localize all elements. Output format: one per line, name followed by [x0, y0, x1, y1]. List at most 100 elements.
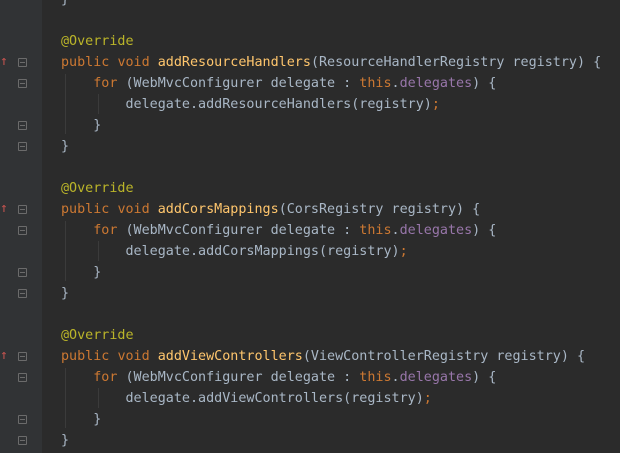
fold-marker-icon[interactable]: [18, 289, 27, 298]
override-marker-icon[interactable]: ↑: [0, 202, 10, 216]
keyword-this: this: [359, 370, 392, 385]
code-line: public void addViewControllers(ViewContr…: [42, 346, 620, 367]
code-line: delegate.addViewControllers(registry);: [42, 388, 620, 409]
editor-gutter: ↑ ↑ ↑: [0, 0, 42, 453]
fold-marker-icon[interactable]: [18, 79, 27, 88]
code-line: for (WebMvcConfigurer delegate : this.de…: [42, 367, 620, 388]
loop-declaration: (WebMvcConfigurer delegate :: [117, 223, 360, 238]
code-line: @Override: [42, 31, 620, 52]
code-text: }: [61, 262, 101, 283]
method-parameters: (CorsRegistry registry) {: [278, 202, 481, 217]
code-line: delegate.addCorsMappings(registry);: [42, 241, 620, 262]
fold-marker-icon[interactable]: [18, 268, 27, 277]
code-text: for (WebMvcConfigurer delegate : this.de…: [61, 220, 496, 241]
field-delegates: delegates: [399, 76, 473, 91]
loop-closing-brace: }: [61, 265, 102, 280]
fold-marker-icon[interactable]: [18, 415, 27, 424]
field-delegates: delegates: [399, 223, 473, 238]
code-text: @Override: [61, 325, 134, 346]
code-line: }: [42, 115, 620, 136]
code-text: }: [61, 0, 69, 10]
loop-close-paren: ) {: [472, 76, 497, 91]
code-text: }: [61, 136, 69, 157]
code-line: for (WebMvcConfigurer delegate : this.de…: [42, 220, 620, 241]
code-text: delegate.addCorsMappings(registry);: [61, 241, 408, 262]
fold-marker-icon[interactable]: [18, 352, 27, 361]
fold-marker-icon[interactable]: [18, 436, 27, 445]
keyword-public: public: [61, 349, 110, 364]
code-line: @Override: [42, 178, 620, 199]
method-closing-brace: }: [61, 433, 70, 448]
override-marker-icon[interactable]: ↑: [0, 349, 10, 363]
dot: .: [391, 370, 400, 385]
code-text: for (WebMvcConfigurer delegate : this.de…: [61, 367, 496, 388]
loop-declaration: (WebMvcConfigurer delegate :: [117, 370, 360, 385]
field-delegates: delegates: [399, 370, 473, 385]
code-line: }: [42, 262, 620, 283]
override-annotation: @Override: [61, 181, 134, 196]
code-text: }: [61, 115, 101, 136]
dot: .: [391, 76, 400, 91]
override-annotation: @Override: [61, 34, 134, 49]
semicolon: ;: [399, 244, 408, 259]
code-text: delegate.addViewControllers(registry);: [61, 388, 432, 409]
method-call: delegate.addCorsMappings(registry): [61, 244, 400, 259]
keyword-public: public: [61, 55, 110, 70]
override-marker-icon[interactable]: ↑: [0, 55, 10, 69]
fold-marker-icon[interactable]: [18, 373, 27, 382]
keyword-for: for: [93, 223, 118, 238]
code-text: }: [61, 430, 69, 451]
keyword-void: void: [117, 349, 150, 364]
fold-marker-icon[interactable]: [18, 121, 27, 130]
code-text: @Override: [61, 178, 134, 199]
method-name: addViewControllers: [157, 349, 303, 364]
code-text: @Override: [61, 31, 134, 52]
fold-marker-icon[interactable]: [18, 205, 27, 214]
loop-closing-brace: }: [61, 118, 102, 133]
fold-marker-icon[interactable]: [18, 226, 27, 235]
code-text: public void addViewControllers(ViewContr…: [61, 346, 585, 367]
keyword-this: this: [359, 76, 392, 91]
code-text: }: [61, 409, 101, 430]
closing-brace: }: [61, 0, 69, 7]
code-line: public void addResourceHandlers(Resource…: [42, 52, 620, 73]
code-line: }: [42, 283, 620, 304]
code-text: delegate.addResourceHandlers(registry);: [61, 94, 439, 115]
code-line: }: [42, 136, 620, 157]
keyword-this: this: [359, 223, 392, 238]
code-line: @Override: [42, 325, 620, 346]
keyword-for: for: [93, 76, 118, 91]
semicolon: ;: [423, 391, 432, 406]
method-closing-brace: }: [61, 286, 70, 301]
code-line: }: [42, 409, 620, 430]
fold-marker-icon[interactable]: [18, 58, 27, 67]
keyword-for: for: [93, 370, 118, 385]
code-line: public void addCorsMappings(CorsRegistry…: [42, 199, 620, 220]
code-line: }: [42, 0, 620, 10]
code-editor[interactable]: } @Override public void addResourceHandler…: [42, 0, 620, 453]
method-call: delegate.addViewControllers(registry): [61, 391, 424, 406]
loop-closing-brace: }: [61, 412, 102, 427]
fold-marker-icon[interactable]: [18, 142, 27, 151]
code-text: }: [61, 283, 69, 304]
code-line: }: [42, 430, 620, 451]
loop-declaration: (WebMvcConfigurer delegate :: [117, 76, 360, 91]
override-annotation: @Override: [61, 328, 134, 343]
code-line: for (WebMvcConfigurer delegate : this.de…: [42, 73, 620, 94]
dot: .: [391, 223, 400, 238]
method-name: addCorsMappings: [157, 202, 279, 217]
method-parameters: (ResourceHandlerRegistry registry) {: [310, 55, 602, 70]
code-text: public void addResourceHandlers(Resource…: [61, 52, 601, 73]
method-closing-brace: }: [61, 139, 70, 154]
loop-close-paren: ) {: [472, 223, 497, 238]
keyword-void: void: [117, 55, 150, 70]
code-text: public void addCorsMappings(CorsRegistry…: [61, 199, 480, 220]
